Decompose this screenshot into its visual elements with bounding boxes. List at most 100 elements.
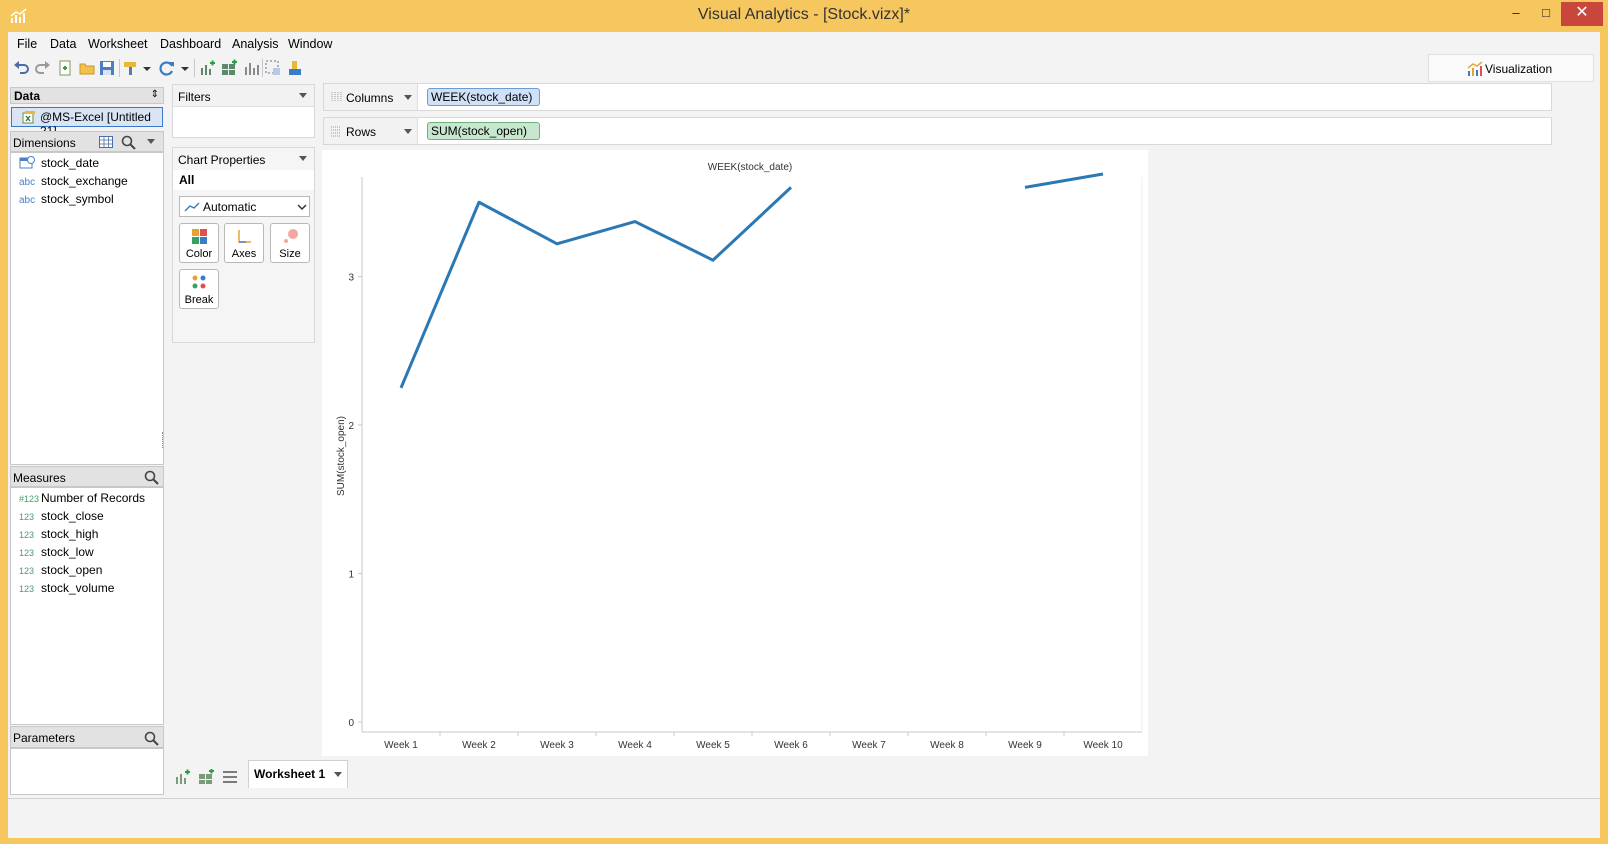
x-tick-label: Week 9 [1008, 740, 1042, 751]
columns-menu-arrow[interactable] [404, 95, 412, 100]
series-line-segment [1024, 172, 1104, 189]
dimension-field[interactable]: abc stock_symbol [19, 192, 114, 209]
x-tick-label: Week 3 [540, 740, 574, 751]
bar-chart-icon[interactable] [242, 59, 260, 77]
axes-icon [238, 230, 251, 243]
select-icon[interactable] [264, 59, 282, 77]
maximize-button[interactable]: □ [1533, 2, 1559, 26]
measure-field[interactable]: 123 stock_open [19, 563, 102, 580]
data-panel-header: Data ⇕ [10, 87, 164, 104]
number-type-icon: 123 [19, 566, 35, 576]
measure-field[interactable]: 123 stock_volume [19, 581, 114, 598]
measures-list: #123 Number of Records 123 stock_close 123… [10, 487, 164, 725]
chart-properties-menu-arrow[interactable] [299, 156, 307, 161]
tab-worksheet-1[interactable]: Worksheet 1 [248, 760, 348, 788]
parameters-list [10, 748, 164, 795]
axes-button-label: Axes [231, 248, 257, 260]
filters-header: Filters [173, 85, 314, 107]
redo-icon[interactable] [34, 59, 52, 77]
columns-shelf[interactable]: Columns WEEK(stock_date) [323, 83, 1552, 111]
rows-pill[interactable]: SUM(stock_open) [427, 122, 540, 140]
menu-worksheet[interactable]: Worksheet [88, 37, 148, 51]
visualization-tab[interactable]: Visualization [1428, 54, 1594, 82]
measure-field[interactable]: 123 stock_low [19, 545, 94, 562]
format-painter-icon[interactable] [122, 59, 140, 77]
mark-type-select[interactable]: Automatic [179, 196, 310, 217]
line-chart-icon [184, 202, 200, 212]
number-type-icon: 123 [19, 530, 35, 540]
search-icon[interactable] [144, 731, 159, 746]
number-type-icon: 123 [19, 512, 35, 522]
menu-window[interactable]: Window [288, 37, 332, 51]
minimize-button[interactable]: – [1503, 2, 1529, 26]
search-icon[interactable] [144, 470, 159, 485]
break-button[interactable]: Break [179, 269, 219, 309]
color-button[interactable]: Color [179, 223, 219, 263]
toolbar-separator [194, 59, 195, 77]
y-tick-label: 3 [348, 273, 354, 284]
menu-data[interactable]: Data [50, 37, 76, 51]
axes-button[interactable]: Axes [224, 223, 264, 263]
dimensions-menu-arrow[interactable] [147, 139, 155, 144]
columns-shelf-label: Columns [346, 91, 394, 105]
table-view-icon[interactable] [99, 136, 113, 148]
refresh-icon[interactable] [158, 59, 176, 77]
filters-title: Filters [178, 90, 211, 104]
visualization-tab-label: Visualization [1485, 62, 1553, 76]
measure-field[interactable]: 123 stock_close [19, 509, 104, 526]
filters-menu-arrow[interactable] [299, 93, 307, 98]
dimension-field[interactable]: stock_date [19, 156, 99, 173]
new-icon[interactable] [56, 59, 74, 77]
menu-dashboard[interactable]: Dashboard [160, 37, 221, 51]
tab-list-icon[interactable] [222, 770, 238, 784]
x-tick-label: Week 6 [774, 740, 808, 751]
save-icon[interactable] [98, 59, 116, 77]
size-button[interactable]: Size [270, 223, 310, 263]
columns-shelf-label-area: Columns [324, 84, 418, 110]
add-dashboard-icon[interactable] [220, 59, 238, 77]
toolbar-separator [119, 59, 120, 77]
x-tick-label: Week 8 [930, 740, 964, 751]
rows-shelf-label-area: Rows [324, 118, 418, 144]
toolbar [8, 54, 1600, 82]
y-tick-label: 2 [348, 421, 354, 432]
mark-type-value: Automatic [203, 200, 257, 214]
close-button[interactable]: ✕ [1561, 2, 1603, 26]
dropdown-icon[interactable] [180, 59, 190, 77]
chart-area[interactable]: WEEK(stock_date) SUM(stock_open) 0 1 2 3 Week … [322, 150, 1148, 756]
new-worksheet-icon[interactable] [174, 769, 190, 785]
measure-field[interactable]: #123 Number of Records [19, 491, 145, 508]
search-icon[interactable] [121, 135, 136, 150]
chart-properties-scope[interactable]: All [173, 170, 314, 190]
worksheet-tab-menu-arrow[interactable] [334, 772, 342, 777]
menu-analysis[interactable]: Analysis [232, 37, 279, 51]
datasource-item[interactable]: @MS-Excel [Untitled 21] [11, 107, 163, 138]
columns-pill[interactable]: WEEK(stock_date) [427, 88, 540, 106]
parameters-title: Parameters [13, 731, 76, 745]
rows-shelf[interactable]: Rows SUM(stock_open) [323, 117, 1552, 145]
undo-icon[interactable] [12, 59, 30, 77]
title-bar: Visual Analytics - [Stock.vizx]* – □ ✕ [0, 0, 1608, 32]
measure-label: stock_high [41, 527, 99, 541]
size-icon [284, 229, 298, 243]
rows-menu-arrow[interactable] [404, 129, 412, 134]
dropdown-icon[interactable] [142, 59, 152, 77]
menu-file[interactable]: File [17, 37, 37, 51]
panel-splitter-handle[interactable] [162, 432, 165, 448]
export-icon[interactable] [286, 59, 304, 77]
size-button-label: Size [279, 248, 301, 260]
break-icon [192, 275, 206, 289]
toolbar-separator [262, 59, 263, 77]
line-chart[interactable]: WEEK(stock_date) SUM(stock_open) 0 1 2 3 Week … [322, 150, 1148, 756]
series-line-segment [399, 186, 793, 389]
dimension-label: stock_date [41, 156, 100, 170]
updown-arrow-icon[interactable]: ⇕ [151, 89, 159, 100]
dimension-field[interactable]: abc stock_exchange [19, 174, 128, 191]
add-chart-icon[interactable] [198, 59, 216, 77]
filters-panel[interactable]: Filters [172, 84, 315, 138]
data-panel-title: Data [14, 89, 41, 103]
x-tick-label: Week 1 [384, 740, 418, 751]
open-icon[interactable] [78, 59, 96, 77]
new-dashboard-icon[interactable] [198, 769, 214, 785]
measure-field[interactable]: 123 stock_high [19, 527, 98, 544]
